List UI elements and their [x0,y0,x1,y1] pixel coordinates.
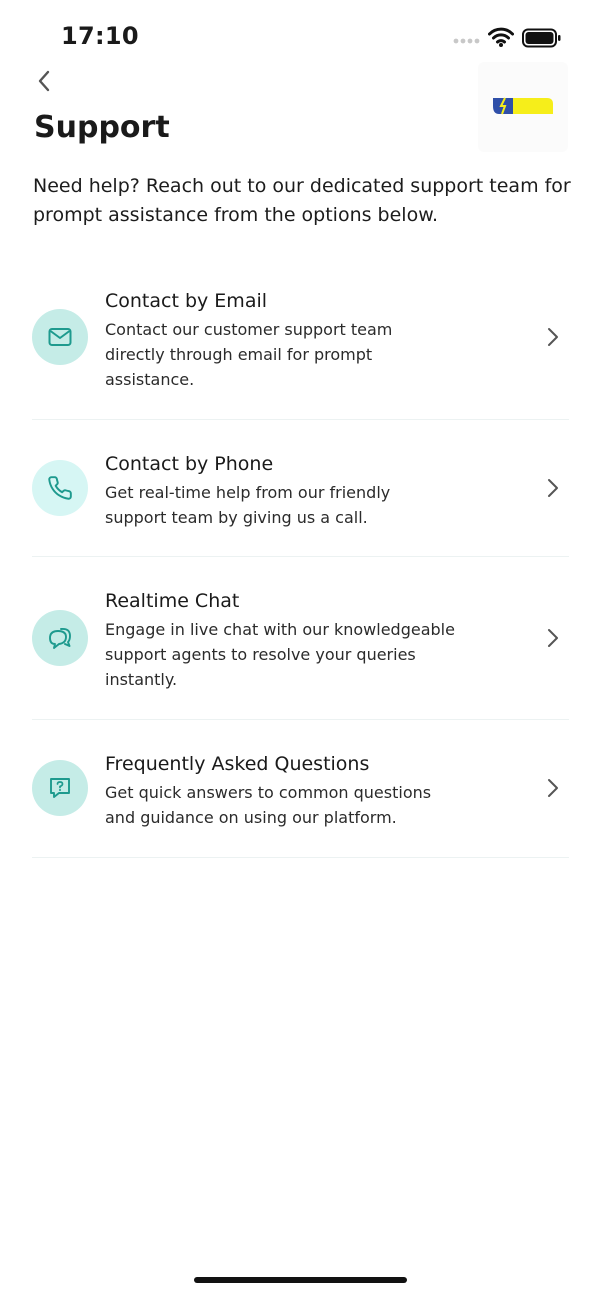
chat-icon [49,627,71,649]
question-message-icon [50,778,70,798]
contact-email-option[interactable]: Contact by Email Contact our customer su… [32,270,569,420]
chat-option-title: Realtime Chat [105,590,240,612]
battery-icon [522,28,561,48]
chevron-right-icon [548,479,558,497]
page-title: Support [34,110,170,145]
support-options-list: Contact by Email Contact our customer su… [32,270,569,858]
chat-option-text: Realtime Chat Engage in live chat with o… [105,589,455,692]
chevron-left-icon [38,70,50,92]
faq-option[interactable]: Frequently Asked Questions Get quick ans… [32,720,569,858]
logo-icon [493,97,553,115]
phone-option-description: Get real-time help from our friendly sup… [105,483,391,527]
mail-icon [48,328,72,346]
cellular-signal-icon [453,38,480,44]
status-bar: 17:10 [0,0,600,70]
faq-option-title: Frequently Asked Questions [105,753,370,775]
realtime-chat-option[interactable]: Realtime Chat Engage in live chat with o… [32,557,569,720]
phone-option-title: Contact by Phone [105,453,274,475]
phone-icon [48,476,72,500]
chat-option-description: Engage in live chat with our knowledgeab… [105,620,455,689]
phone-option-text: Contact by Phone Get real-time help from… [105,452,455,530]
chevron-right-icon [548,629,558,647]
faq-option-description: Get quick answers to common questions an… [105,783,432,827]
email-option-text: Contact by Email Contact our customer su… [105,289,455,392]
status-time: 17:10 [61,22,139,50]
chevron-right-icon [548,779,558,797]
email-option-description: Contact our customer support team direct… [105,320,393,389]
back-button[interactable] [30,66,58,96]
intro-text: Need help? Reach out to our dedicated su… [33,175,571,226]
phone-icon-circle [32,460,88,516]
brand-logo [478,62,568,152]
mail-icon-circle [32,309,88,365]
wifi-icon [488,27,514,47]
home-indicator[interactable] [194,1277,407,1283]
contact-phone-option[interactable]: Contact by Phone Get real-time help from… [32,420,569,557]
chevron-right-icon [548,328,558,346]
chat-icon-circle [32,610,88,666]
faq-icon-circle [32,760,88,816]
faq-option-text: Frequently Asked Questions Get quick ans… [105,752,455,830]
email-option-title: Contact by Email [105,290,268,312]
